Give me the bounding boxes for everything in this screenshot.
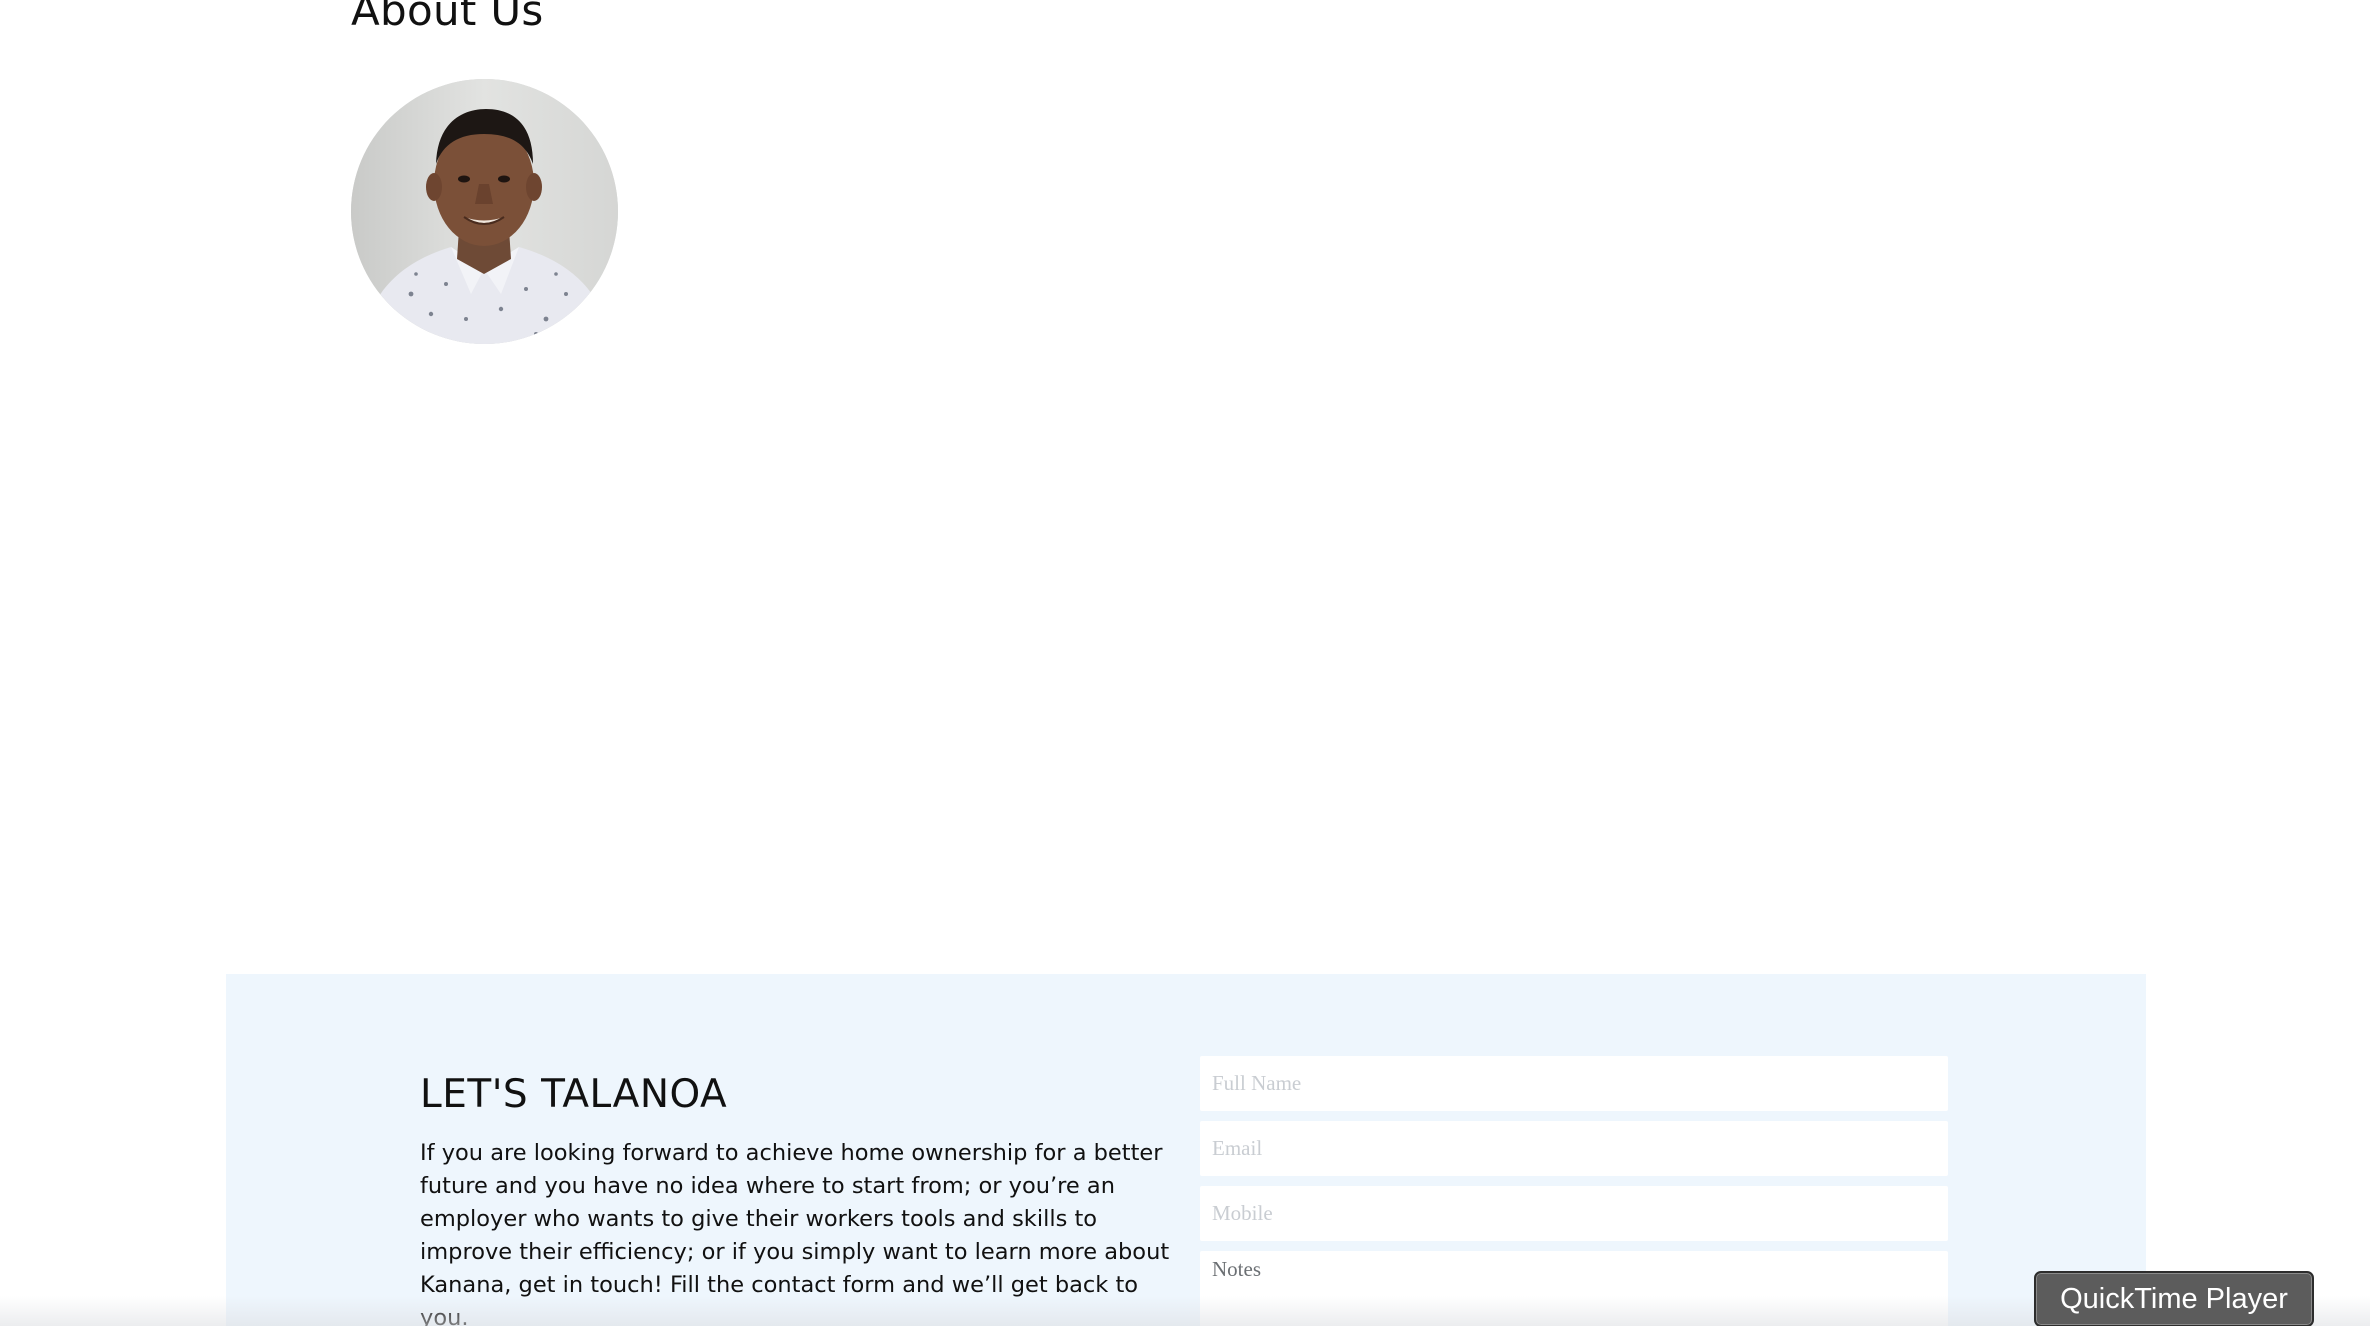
full-name-field[interactable] — [1200, 1056, 1948, 1111]
portrait-photo — [351, 79, 618, 344]
mobile-field[interactable] — [1200, 1186, 1948, 1241]
about-us-heading: About Us — [351, 0, 544, 35]
team-member-avatar — [351, 79, 618, 344]
quicktime-player-tooltip: QuickTime Player — [2034, 1271, 2314, 1326]
contact-description: If you are looking forward to achieve ho… — [420, 1140, 1170, 1326]
page: About Us LET'S TALANOA If you are lookin… — [0, 0, 2370, 1326]
email-field[interactable] — [1200, 1121, 1948, 1176]
notes-field[interactable] — [1200, 1251, 1948, 1326]
contact-heading: LET'S TALANOA — [420, 1072, 728, 1117]
